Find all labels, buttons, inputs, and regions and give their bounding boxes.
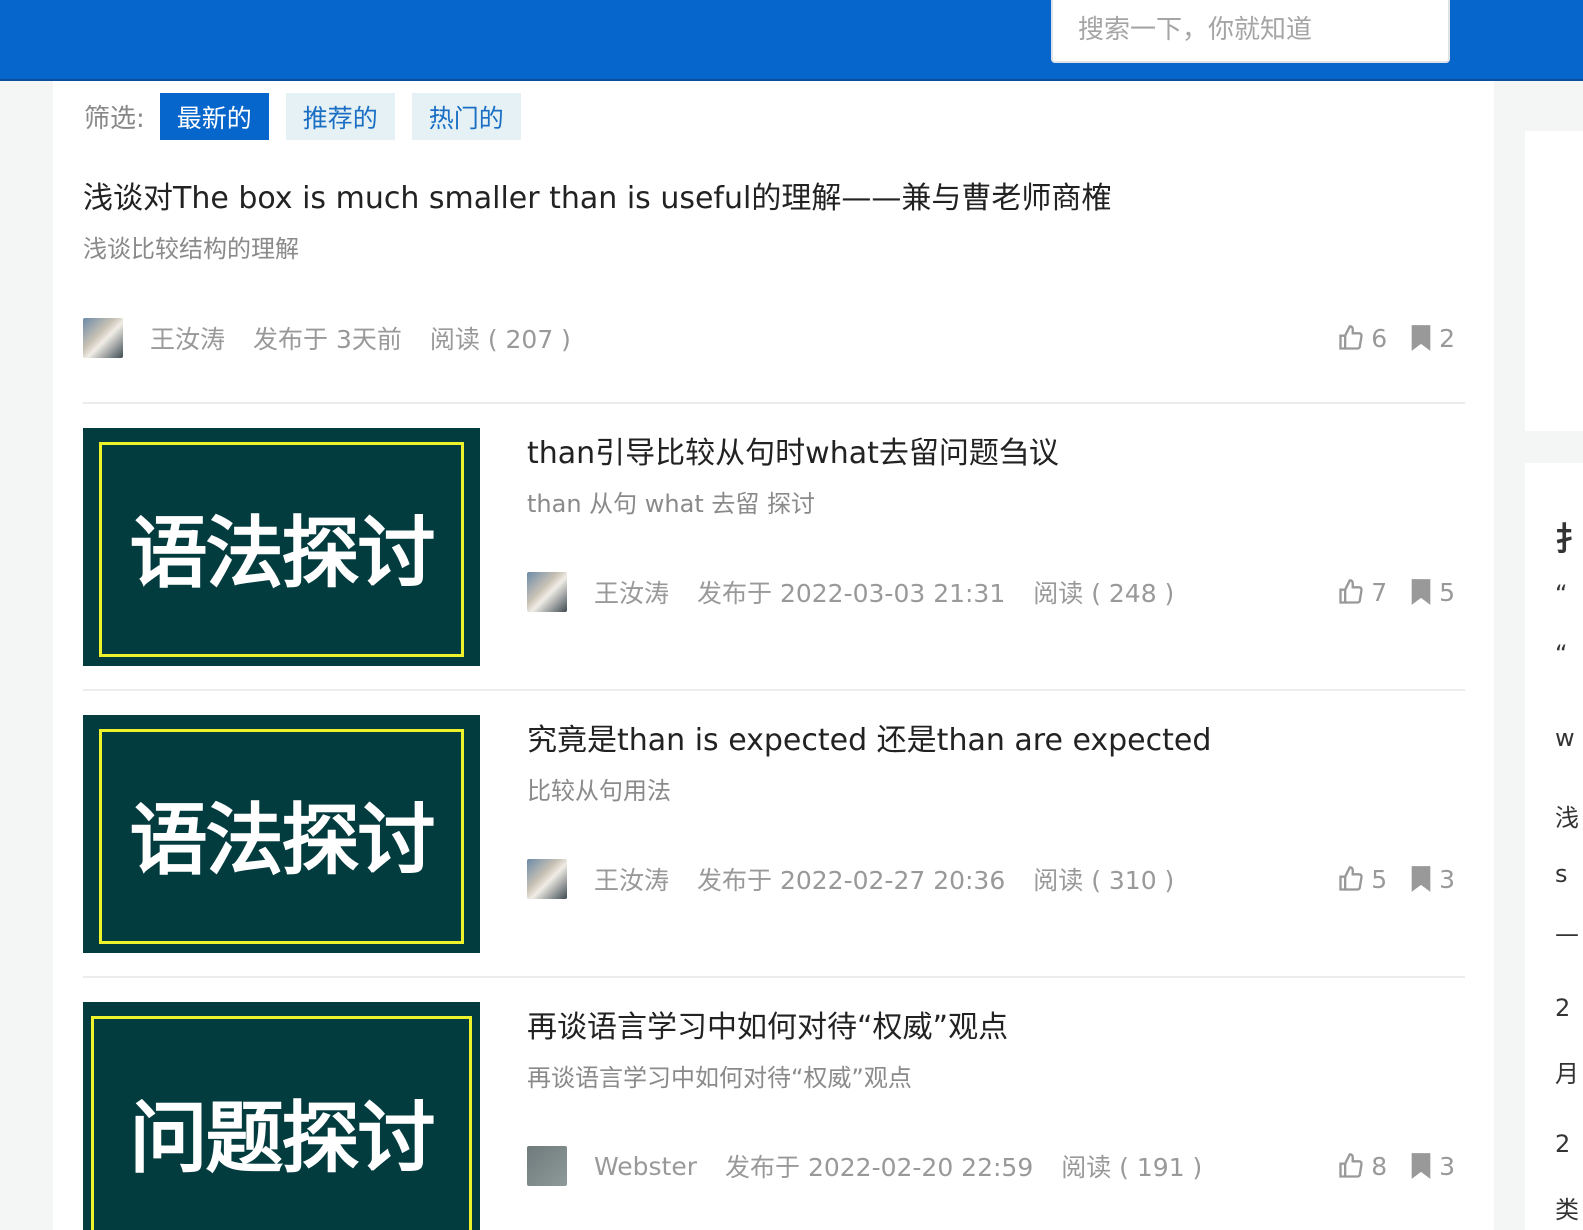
article-summary: 浅谈比较结构的理解 (83, 235, 299, 263)
filter-popular-button[interactable]: 热门的 (411, 93, 521, 140)
like-count: 7 (1371, 577, 1388, 607)
sidebar-text-fragment[interactable]: 2 (1555, 1130, 1570, 1158)
bookmark-button[interactable]: 2 (1409, 324, 1455, 353)
sidebar-text-fragment[interactable]: s (1555, 860, 1568, 888)
sidebar-text-fragment[interactable]: “ (1555, 580, 1567, 608)
bookmark-count: 3 (1439, 864, 1455, 894)
article-meta: 王汝涛 发布于 3天前 阅读 ( 207 ) (83, 318, 599, 358)
search-box[interactable] (1051, 0, 1450, 63)
bookmark-button[interactable]: 3 (1409, 1152, 1455, 1181)
thumbnail-text: 语法探讨 (129, 509, 435, 599)
publish-time: 发布于 3天前 (253, 325, 402, 354)
thumbs-up-icon (1339, 579, 1363, 604)
sidebar-text-fragment[interactable]: 月 (1555, 1054, 1579, 1089)
publish-time: 发布于 2022-02-27 20:36 (697, 866, 1006, 895)
article-thumbnail[interactable]: 语法探讨 (83, 428, 480, 666)
article-meta: Webster 发布于 2022-02-20 22:59 阅读 ( 191 ) (527, 1146, 1230, 1186)
author-name[interactable]: 王汝涛 (594, 861, 669, 897)
read-count: 阅读 ( 248 ) (1033, 579, 1175, 608)
sidebar-widget-top (1525, 131, 1583, 431)
top-navigation-bar (0, 0, 1583, 81)
author-name[interactable]: Webster (594, 1152, 697, 1181)
thumbnail-text: 语法探讨 (129, 796, 435, 886)
sidebar-text-fragment[interactable]: — (1555, 920, 1579, 948)
article-item: 问题探讨 再谈语言学习中如何对待“权威”观点 再谈语言学习中如何对待“权威”观点… (83, 978, 1465, 1230)
article-stats: 6 2 (1315, 318, 1455, 358)
search-input[interactable] (1078, 14, 1438, 45)
article-stats: 8 3 (1315, 1146, 1455, 1186)
bookmark-icon (1411, 866, 1431, 892)
sidebar-text-fragment[interactable]: “ (1555, 640, 1567, 668)
article-title[interactable]: 究竟是than is expected 还是than are expected (527, 715, 1211, 759)
sidebar-text-fragment[interactable]: 类 (1555, 1190, 1579, 1225)
sidebar-text-fragment[interactable]: 浅 (1555, 798, 1579, 833)
like-button[interactable]: 8 (1337, 1152, 1387, 1181)
author-name[interactable]: 王汝涛 (150, 320, 225, 356)
thumbs-up-icon (1339, 866, 1363, 891)
article-summary: than 从句 what 去留 探讨 (527, 490, 816, 518)
article-stats: 5 3 (1315, 859, 1455, 899)
bookmark-icon (1411, 1153, 1431, 1179)
article-stats: 7 5 (1315, 572, 1455, 612)
filter-newest-button[interactable]: 最新的 (159, 93, 269, 140)
author-name[interactable]: 王汝涛 (594, 574, 669, 610)
like-button[interactable]: 5 (1337, 865, 1387, 894)
bookmark-icon (1411, 325, 1431, 351)
article-item: 语法探讨 究竟是than is expected 还是than are expe… (83, 691, 1465, 978)
like-count: 6 (1371, 323, 1388, 353)
article-item: 语法探讨 than引导比较从句时what去留问题刍议 than 从句 what … (83, 404, 1465, 691)
sidebar-widget-list (1525, 463, 1583, 1230)
bookmark-count: 3 (1439, 1151, 1455, 1181)
article-summary: 比较从句用法 (527, 777, 671, 805)
like-button[interactable]: 7 (1337, 578, 1387, 607)
filter-label: 筛选: (84, 104, 145, 134)
like-count: 5 (1371, 864, 1388, 894)
read-count: 阅读 ( 207 ) (429, 325, 571, 354)
article-title[interactable]: 再谈语言学习中如何对待“权威”观点 (527, 1002, 1008, 1046)
article-item: 浅谈对The box is much smaller than is usefu… (83, 161, 1465, 404)
thumbnail-text: 问题探讨 (129, 1094, 435, 1184)
sidebar-heading-fragment: 扌 (1555, 520, 1583, 558)
avatar[interactable] (527, 1146, 567, 1186)
bookmark-button[interactable]: 3 (1409, 865, 1455, 894)
read-count: 阅读 ( 191 ) (1061, 1153, 1203, 1182)
article-thumbnail[interactable]: 问题探讨 (83, 1002, 480, 1230)
avatar[interactable] (527, 859, 567, 899)
article-summary: 再谈语言学习中如何对待“权威”观点 (527, 1064, 912, 1092)
article-meta: 王汝涛 发布于 2022-03-03 21:31 阅读 ( 248 ) (527, 572, 1202, 612)
read-count: 阅读 ( 310 ) (1033, 866, 1175, 895)
bookmark-button[interactable]: 5 (1409, 578, 1455, 607)
avatar[interactable] (83, 318, 123, 358)
article-thumbnail[interactable]: 语法探讨 (83, 715, 480, 953)
sidebar-text-fragment[interactable]: w (1555, 724, 1575, 752)
article-title[interactable]: 浅谈对The box is much smaller than is usefu… (83, 173, 1111, 217)
article-list-panel: 筛选: 最新的 推荐的 热门的 浅谈对The box is much small… (53, 81, 1494, 1230)
sidebar-text-fragment[interactable]: 2 (1555, 994, 1570, 1022)
filter-bar: 筛选: 最新的 推荐的 热门的 (84, 93, 538, 140)
avatar[interactable] (527, 572, 567, 612)
thumbs-up-icon (1339, 325, 1363, 350)
filter-recommended-button[interactable]: 推荐的 (285, 93, 395, 140)
bookmark-icon (1411, 579, 1431, 605)
thumbs-up-icon (1339, 1153, 1363, 1178)
article-meta: 王汝涛 发布于 2022-02-27 20:36 阅读 ( 310 ) (527, 859, 1202, 899)
publish-time: 发布于 2022-03-03 21:31 (697, 579, 1006, 608)
article-title[interactable]: than引导比较从句时what去留问题刍议 (527, 428, 1059, 472)
like-button[interactable]: 6 (1337, 324, 1387, 353)
bookmark-count: 2 (1439, 323, 1455, 353)
like-count: 8 (1371, 1151, 1388, 1181)
publish-time: 发布于 2022-02-20 22:59 (725, 1153, 1034, 1182)
bookmark-count: 5 (1439, 577, 1455, 607)
